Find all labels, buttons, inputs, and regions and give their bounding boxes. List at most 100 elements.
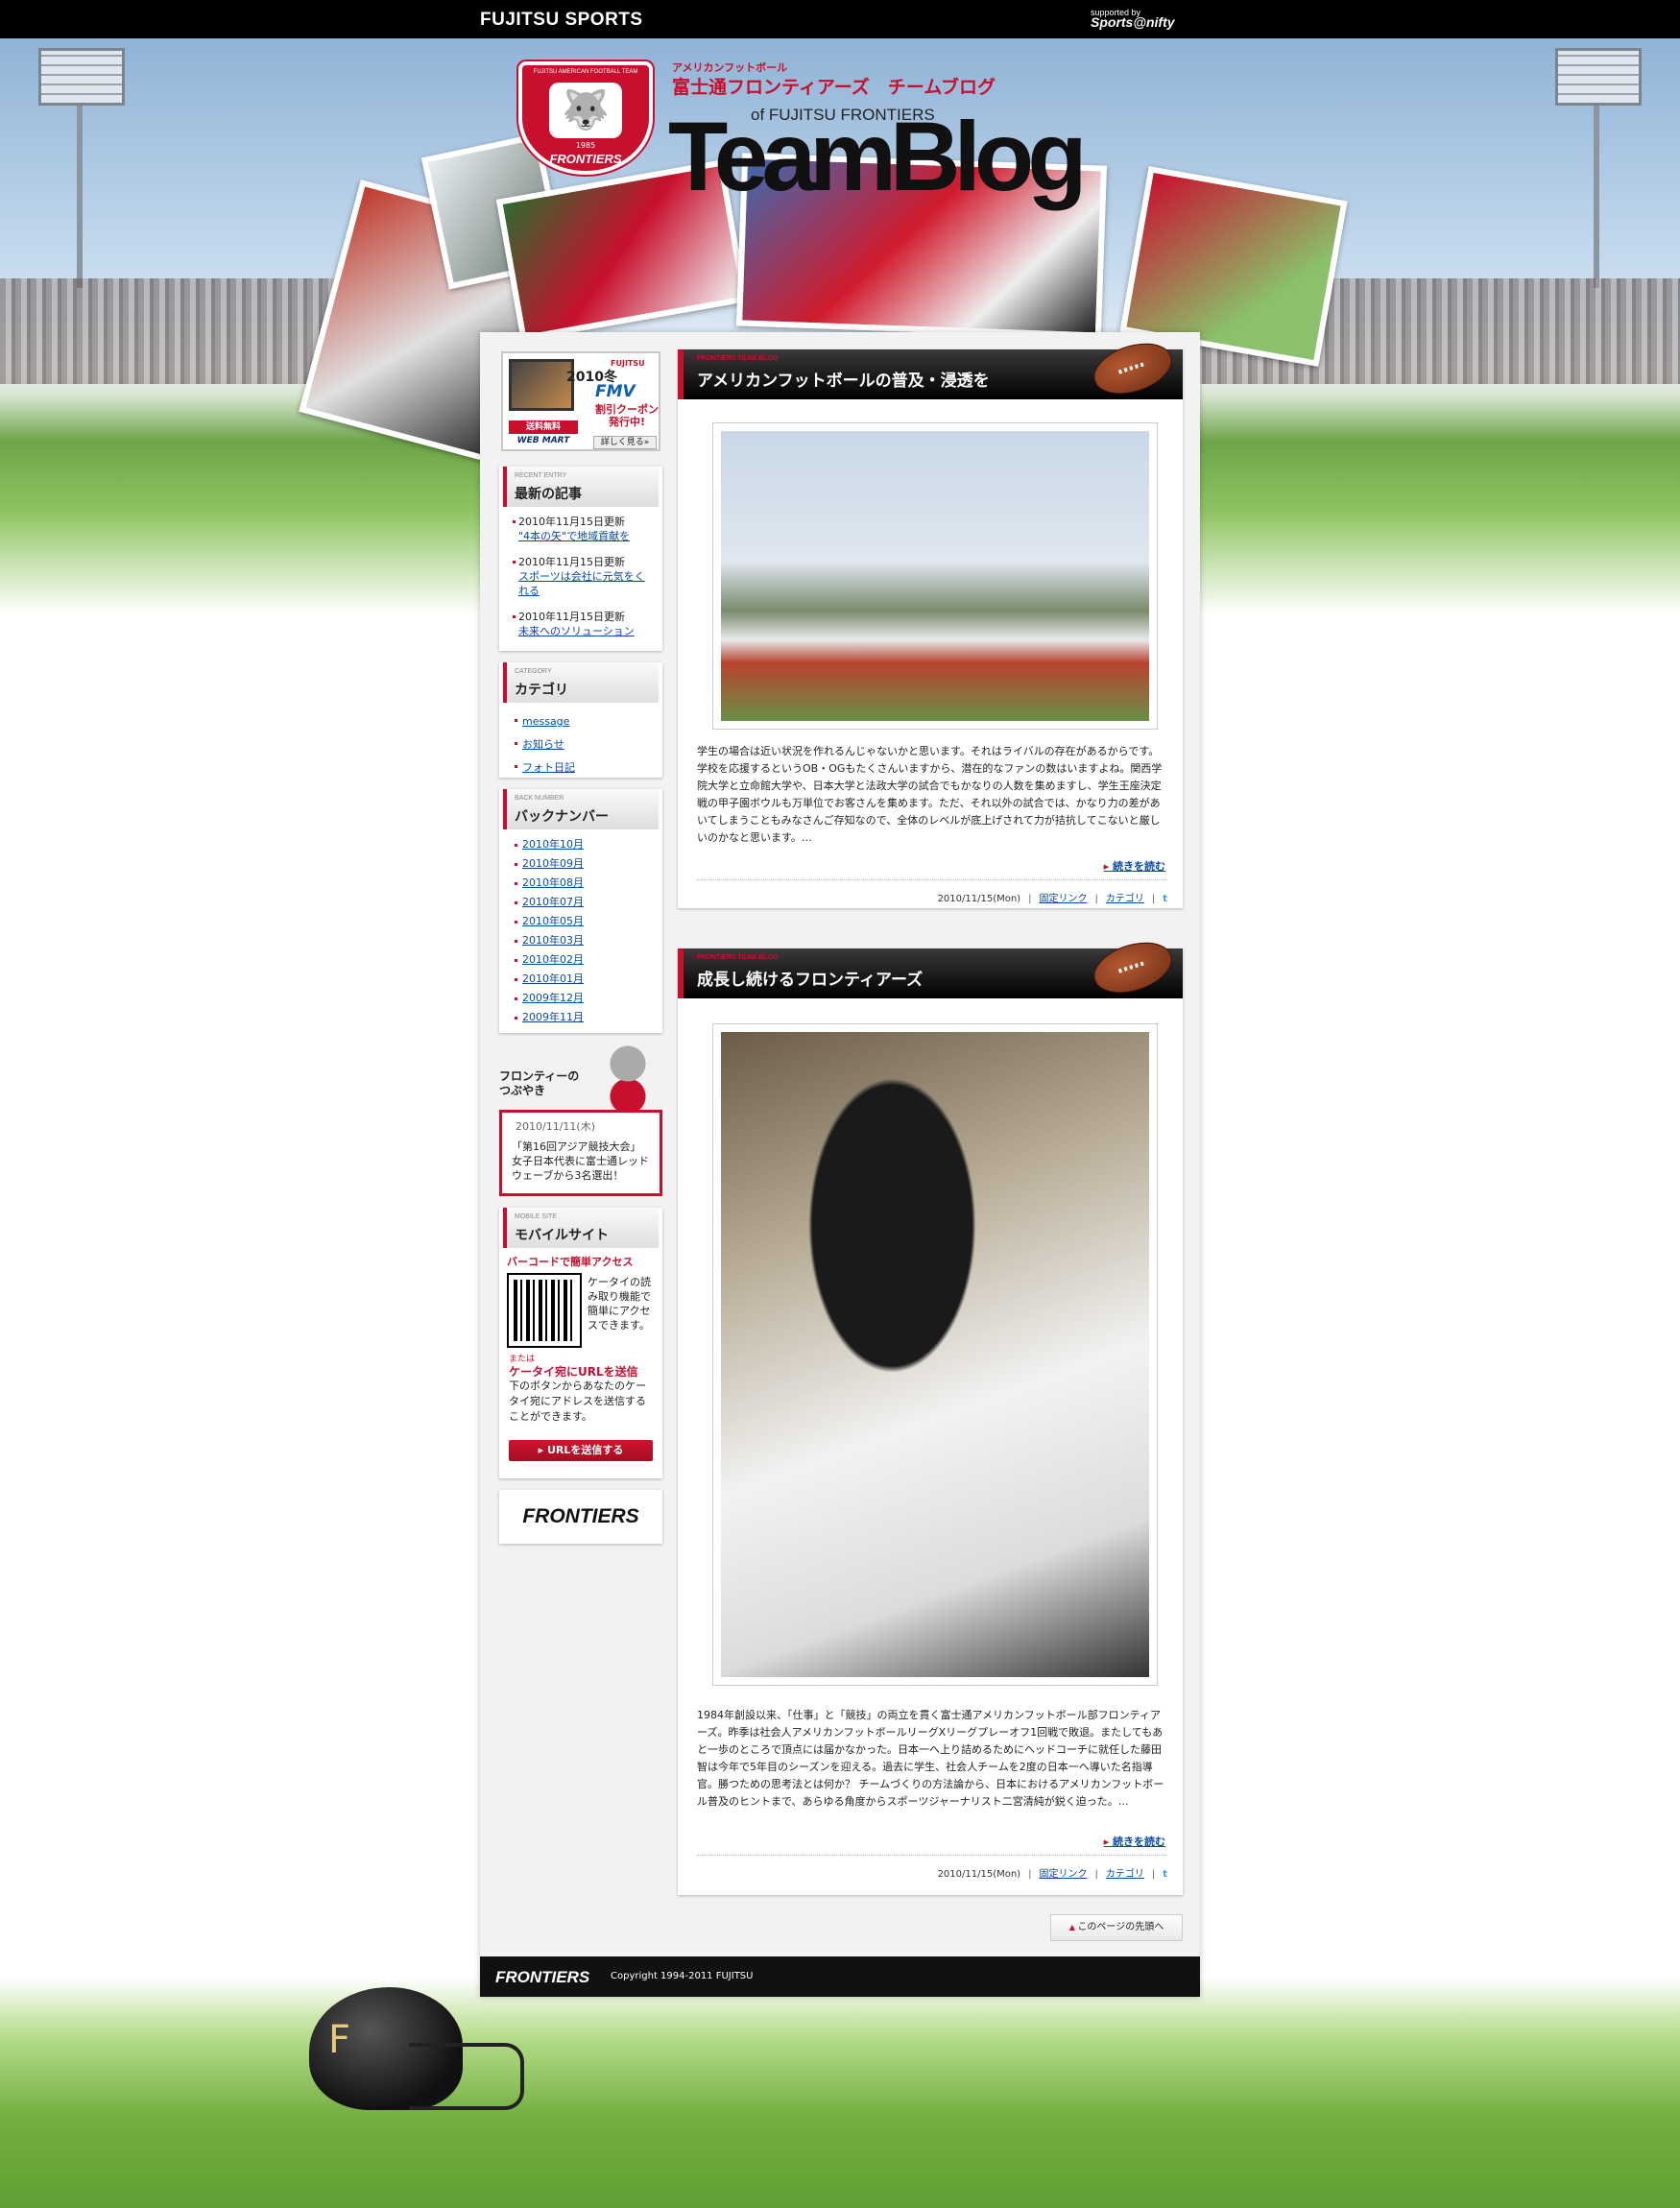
logo-name: FRONTIERS xyxy=(549,152,622,166)
category-link[interactable]: message xyxy=(522,715,569,728)
backnumber-link[interactable]: 2010年09月 xyxy=(522,857,584,870)
post-meta: 2010/11/15(Mon) | 固定リンク | カテゴリ | t xyxy=(697,1855,1167,1880)
category-item: message xyxy=(513,710,649,733)
copyright: Copyright 1994-2011 FUJITSU xyxy=(611,1971,754,1981)
stadium-light xyxy=(38,48,125,106)
mobile-site-header: MOBILE SITE モバイルサイト xyxy=(503,1208,659,1248)
mobile-site-box: MOBILE SITE モバイルサイト バーコードで簡単アクセス ケータイの読み取… xyxy=(499,1208,662,1478)
backnumber-header: BACK NUMBER バックナンバー xyxy=(503,789,659,829)
backnumber-link[interactable]: 2010年07月 xyxy=(522,896,584,908)
category-link[interactable]: カテゴリ xyxy=(1106,1869,1144,1880)
tweet-box[interactable]: 2010/11/11(木) 「第16回アジア競技大会」女子日本代表に富士通レッド… xyxy=(499,1110,662,1196)
ad-coupon: 割引クーポン発行中! xyxy=(595,403,659,428)
post-tag: FRONTIERS TEAM BLOG xyxy=(697,355,779,362)
recent-entry-header: RECENT ENTRY 最新の記事 xyxy=(503,467,659,507)
backnumber-box: BACK NUMBER バックナンバー 2010年10月 2010年09月 201… xyxy=(499,789,662,1033)
permalink[interactable]: 固定リンク xyxy=(1039,894,1087,904)
top-bar: FUJITSU SPORTS supported by Sports@nifty xyxy=(0,0,1680,38)
read-more-link[interactable]: 続きを読む xyxy=(1104,1834,1165,1849)
backnumber-item: 2010年02月 xyxy=(513,950,649,970)
tweet-header: フロンティーの つぶやき xyxy=(499,1043,662,1112)
blog-post: FRONTIERS TEAM BLOG アメリカンフットボールの普及・浸透を 学… xyxy=(678,334,1183,908)
recent-entry: 2010年11月15日更新 スポーツは会社に元気をくれる xyxy=(513,555,649,598)
backnumber-link[interactable]: 2010年03月 xyxy=(522,934,584,947)
tweet-label: フロンティーの つぶやき xyxy=(499,1069,580,1097)
post-body: 1984年創設以来、「仕事」と「競技」の両立を貫く富士通アメリカンフットボール部… xyxy=(697,1709,1164,1808)
post-image[interactable] xyxy=(712,422,1158,730)
supporter-logo[interactable]: supported by Sports@nifty xyxy=(1091,8,1175,29)
logo-team-text: FUJITSU AMERICAN FOOTBALL TEAM xyxy=(533,69,638,75)
backnumber-item: 2010年08月 xyxy=(513,874,649,893)
backnumber-item: 2009年12月 xyxy=(513,989,649,1008)
post-meta: 2010/11/15(Mon) | 固定リンク | カテゴリ | t xyxy=(697,879,1167,904)
post-date: 2010/11/15(Mon) xyxy=(937,1869,1021,1880)
read-more-link[interactable]: 続きを読む xyxy=(1104,858,1165,874)
ad-shop: WEB MART xyxy=(516,436,570,445)
backnumber-link[interactable]: 2009年11月 xyxy=(522,1011,584,1023)
header-subtitle: 富士通フロンティアーズ チームブログ xyxy=(672,77,996,98)
frontiers-logo[interactable]: FUJITSU AMERICAN FOOTBALL TEAM 🐺 1985 FR… xyxy=(518,61,653,175)
post-body: 学生の場合は近い状況を作れるんじゃないかと思います。それはライバルの存在があるか… xyxy=(697,745,1163,844)
helmet-icon: F xyxy=(309,1987,524,2110)
recent-entry: 2010年11月15日更新 未来へのソリューション xyxy=(513,610,649,638)
light-pole xyxy=(1594,77,1599,288)
light-pole xyxy=(77,77,83,288)
send-url-button[interactable]: ▸ URLを送信する xyxy=(509,1440,653,1461)
stadium-light xyxy=(1555,48,1642,106)
frontiers-banner[interactable]: FRONTIERS xyxy=(499,1490,662,1544)
page-top-button[interactable]: このページの先頭へ xyxy=(1050,1914,1183,1941)
category-link[interactable]: カテゴリ xyxy=(1106,894,1144,904)
fmv-banner-ad[interactable]: 2010冬 FUJITSU FMV 割引クーポン発行中! 送料無料 WEB MA… xyxy=(501,351,660,451)
category-link[interactable]: お知らせ xyxy=(522,738,564,751)
post-image[interactable] xyxy=(712,1023,1158,1686)
recent-entry-link[interactable]: "4本の矢"で地域貢献を xyxy=(518,530,630,542)
post-title[interactable]: アメリカンフットボールの普及・浸透を xyxy=(697,367,990,391)
backnumber-link[interactable]: 2010年08月 xyxy=(522,876,584,889)
ad-free-shipping: 送料無料 xyxy=(509,420,578,434)
backnumber-item: 2010年09月 xyxy=(513,854,649,874)
header-of-line: of FUJITSU FRONTIERS xyxy=(751,106,935,124)
permalink[interactable]: 固定リンク xyxy=(1039,1869,1087,1880)
send-url-text: 下のボタンからあなたのケータイ宛にアドレスを送信することができます。 xyxy=(509,1380,646,1423)
post-header: FRONTIERS TEAM BLOG 成長し続けるフロンティアーズ xyxy=(678,933,1183,1002)
field-grass xyxy=(0,1978,1680,2208)
ad-maker: FUJITSU xyxy=(611,359,645,368)
backnumber-link[interactable]: 2010年02月 xyxy=(522,953,584,966)
arrow-icon: ▸ xyxy=(538,1444,547,1456)
backnumber-item: 2010年07月 xyxy=(513,893,649,912)
blog-post: FRONTIERS TEAM BLOG 成長し続けるフロンティアーズ 1984年… xyxy=(678,933,1183,1895)
backnumber-link[interactable]: 2010年05月 xyxy=(522,915,584,927)
ad-product: FMV xyxy=(595,382,636,401)
wolf-icon: 🐺 xyxy=(549,83,622,138)
backnumber-link[interactable]: 2010年01月 xyxy=(522,972,584,985)
logo-year: 1985 xyxy=(575,141,596,150)
recent-entry: 2010年11月15日更新 "4本の矢"で地域貢献を xyxy=(513,515,649,543)
recent-entry-link[interactable]: 未来へのソリューション xyxy=(518,625,635,637)
ad-more-button[interactable]: 詳しく見る» xyxy=(593,436,657,449)
post-header: FRONTIERS TEAM BLOG アメリカンフットボールの普及・浸透を xyxy=(678,334,1183,403)
recent-entry-link[interactable]: スポーツは会社に元気をくれる xyxy=(518,570,645,597)
backnumber-item: 2010年03月 xyxy=(513,931,649,950)
category-header: CATEGORY カテゴリ xyxy=(503,662,659,703)
post-title[interactable]: 成長し続けるフロンティアーズ xyxy=(697,966,923,990)
category-item: お知らせ xyxy=(513,733,649,756)
tweet-text: 「第16回アジア競技大会」女子日本代表に富士通レッドウェーブから3名選出！ xyxy=(512,1140,649,1182)
footer-logo[interactable]: FRONTIERS xyxy=(495,1968,589,1987)
mascot-icon xyxy=(599,1043,657,1112)
post-date: 2010/11/15(Mon) xyxy=(937,894,1021,904)
barcode-text: ケータイの読み取り機能で簡単にアクセスできます。 xyxy=(588,1276,651,1332)
footer: FRONTIERS Copyright 1994-2011 FUJITSU xyxy=(480,1956,1200,1997)
tweet-date: 2010/11/11(木) xyxy=(516,1120,595,1133)
post-tag: FRONTIERS TEAM BLOG xyxy=(697,954,779,961)
laptop-image xyxy=(509,359,574,411)
backnumber-link[interactable]: 2010年10月 xyxy=(522,838,584,851)
category-item: フォト日記 xyxy=(513,756,649,780)
backnumber-item: 2010年01月 xyxy=(513,970,649,989)
backnumber-link[interactable]: 2009年12月 xyxy=(522,992,584,1004)
fujitsu-sports-logo[interactable]: FUJITSU SPORTS xyxy=(480,10,643,31)
twitter-icon[interactable]: t xyxy=(1163,1869,1167,1880)
twitter-icon[interactable]: t xyxy=(1163,894,1167,904)
backnumber-item: 2009年11月 xyxy=(513,1008,649,1027)
category-link[interactable]: フォト日記 xyxy=(522,761,575,774)
recent-entry-box: RECENT ENTRY 最新の記事 2010年11月15日更新 "4本の矢"で地域… xyxy=(499,467,662,651)
